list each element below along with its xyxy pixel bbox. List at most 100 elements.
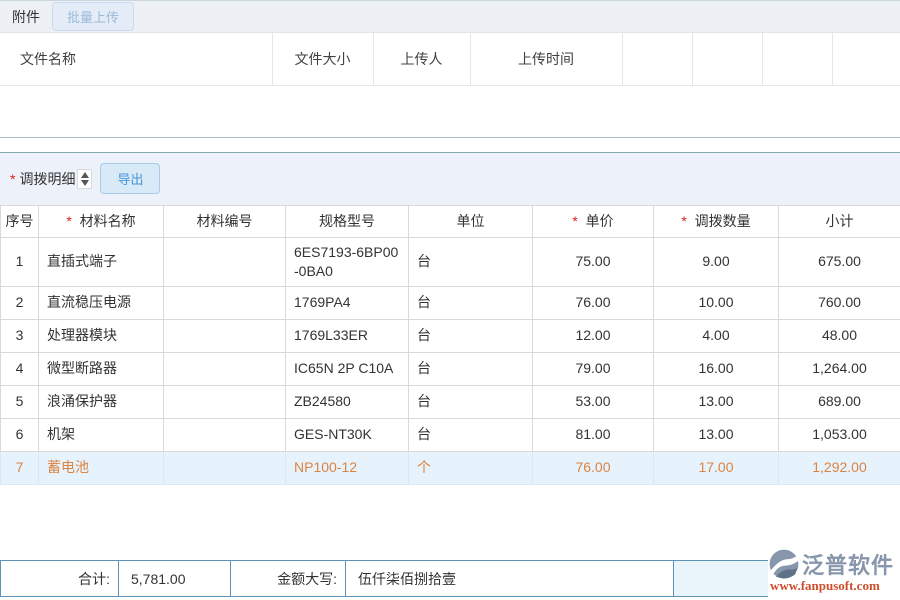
cell-qty: 4.00: [654, 319, 779, 352]
cell-qty: 17.00: [654, 451, 779, 484]
attachment-empty-body: [0, 86, 900, 138]
table-row[interactable]: 3处理器模块1769L33ER台12.004.0048.00: [1, 319, 900, 352]
table-row[interactable]: 6机架 GES-NT30K台81.0013.001,053.00: [1, 418, 900, 451]
cell-spec: 6ES7193-6BP00-0BA0: [286, 237, 409, 286]
cell-code: [164, 237, 286, 286]
logo-row: 泛普软件: [768, 548, 894, 580]
column-header: * 单价: [533, 205, 654, 237]
logo-url[interactable]: www.fanpusoft.com: [770, 578, 880, 594]
cell-price: 81.00: [533, 418, 654, 451]
cell-unit: 台: [409, 385, 533, 418]
cell-name: 机架: [39, 418, 164, 451]
table-row[interactable]: 2直流稳压电源1769PA4台76.0010.00760.00: [1, 286, 900, 319]
cell-price: 12.00: [533, 319, 654, 352]
required-star: *: [572, 213, 581, 229]
amount-words-field[interactable]: 伍仟柒佰捌拾壹: [346, 561, 674, 596]
cell-qty: 9.00: [654, 237, 779, 286]
cell-code: [164, 451, 286, 484]
cell-no: 7: [1, 451, 39, 484]
attachment-col-empty: [692, 33, 762, 85]
cell-unit: 台: [409, 286, 533, 319]
column-header: 小计: [779, 205, 900, 237]
cell-code: [164, 319, 286, 352]
column-header: 序号: [1, 205, 39, 237]
cell-code: [164, 385, 286, 418]
cell-spec: 1769L33ER: [286, 319, 409, 352]
table-row[interactable]: 1直插式端子6ES7193-6BP00-0BA0台75.009.00675.00: [1, 237, 900, 286]
cell-name: 蓄电池: [39, 451, 164, 484]
attachment-col-empty: [762, 33, 832, 85]
cell-no: 2: [1, 286, 39, 319]
total-value-field[interactable]: 5,781.00: [119, 561, 231, 596]
cell-name: 浪涌保护器: [39, 385, 164, 418]
cell-no: 4: [1, 352, 39, 385]
cell-unit: 台: [409, 352, 533, 385]
cell-price: 75.00: [533, 237, 654, 286]
required-star: *: [681, 213, 690, 229]
attachment-col-header: 文件大小: [272, 33, 373, 85]
summary-bar: 合计: 5,781.00 金额大写: 伍仟柒佰捌拾壹: [0, 560, 790, 597]
table-row[interactable]: 4微型断路器 IC65N 2P C10A台79.0016.001,264.00: [1, 352, 900, 385]
attachment-toolbar: 附件 批量上传: [0, 0, 900, 33]
column-header: 单位: [409, 205, 533, 237]
page: 附件 批量上传 文件名称文件大小上传人上传时间 * 调拨明细 导出 序号* 材料…: [0, 0, 900, 600]
cell-no: 3: [1, 319, 39, 352]
required-star: *: [66, 213, 75, 229]
cell-no: 1: [1, 237, 39, 286]
attachment-label: 附件: [12, 7, 40, 27]
batch-upload-button[interactable]: 批量上传: [52, 2, 134, 31]
cell-subtotal: 1,053.00: [779, 418, 900, 451]
cell-subtotal: 675.00: [779, 237, 900, 286]
cell-subtotal: 760.00: [779, 286, 900, 319]
cell-price: 53.00: [533, 385, 654, 418]
sort-spinner[interactable]: [77, 169, 92, 189]
cell-no: 5: [1, 385, 39, 418]
fanpu-logo-icon: [768, 548, 800, 580]
cell-code: [164, 286, 286, 319]
column-header: 材料编号: [164, 205, 286, 237]
table-row[interactable]: 7蓄电池NP100-12个76.0017.001,292.00: [1, 451, 900, 484]
transfer-detail-toolbar: * 调拨明细 导出: [0, 152, 900, 205]
cell-price: 79.00: [533, 352, 654, 385]
transfer-detail-table: 序号* 材料名称材料编号规格型号单位* 单价* 调拨数量小计 1直插式端子6ES…: [0, 205, 900, 485]
vendor-logo: 泛普软件 www.fanpusoft.com: [768, 546, 900, 600]
attachment-col-header: 文件名称: [0, 33, 272, 85]
cell-unit: 台: [409, 418, 533, 451]
cell-subtotal: 48.00: [779, 319, 900, 352]
attachment-col-header: 上传人: [373, 33, 470, 85]
cell-spec: GES-NT30K: [286, 418, 409, 451]
cell-unit: 台: [409, 319, 533, 352]
sort-up-icon[interactable]: [81, 172, 89, 178]
cell-qty: 10.00: [654, 286, 779, 319]
cell-qty: 13.00: [654, 385, 779, 418]
cell-subtotal: 1,292.00: [779, 451, 900, 484]
amount-words-label: 金额大写:: [231, 561, 346, 596]
sort-down-icon[interactable]: [81, 180, 89, 186]
table-row[interactable]: 5浪涌保护器ZB24580台53.0013.00689.00: [1, 385, 900, 418]
cell-unit: 台: [409, 237, 533, 286]
column-header: * 材料名称: [39, 205, 164, 237]
cell-spec: 1769PA4: [286, 286, 409, 319]
attachment-col-empty: [622, 33, 692, 85]
cell-spec: ZB24580: [286, 385, 409, 418]
cell-name: 直流稳压电源: [39, 286, 164, 319]
table-header-row: 序号* 材料名称材料编号规格型号单位* 单价* 调拨数量小计: [1, 205, 900, 237]
cell-subtotal: 1,264.00: [779, 352, 900, 385]
cell-qty: 16.00: [654, 352, 779, 385]
cell-name: 微型断路器: [39, 352, 164, 385]
attachment-header-row: 文件名称文件大小上传人上传时间: [0, 33, 900, 85]
cell-code: [164, 418, 286, 451]
cell-no: 6: [1, 418, 39, 451]
section-gap: [0, 138, 900, 152]
attachment-table: 文件名称文件大小上传人上传时间: [0, 33, 900, 86]
attachment-col-empty: [832, 33, 900, 85]
logo-name: 泛普软件: [802, 548, 894, 580]
cell-qty: 13.00: [654, 418, 779, 451]
cell-spec: IC65N 2P C10A: [286, 352, 409, 385]
export-button[interactable]: 导出: [100, 163, 160, 194]
cell-unit: 个: [409, 451, 533, 484]
attachment-col-header: 上传时间: [470, 33, 622, 85]
bottom-gap: [0, 485, 900, 561]
column-header: 规格型号: [286, 205, 409, 237]
required-star: *: [10, 171, 15, 187]
